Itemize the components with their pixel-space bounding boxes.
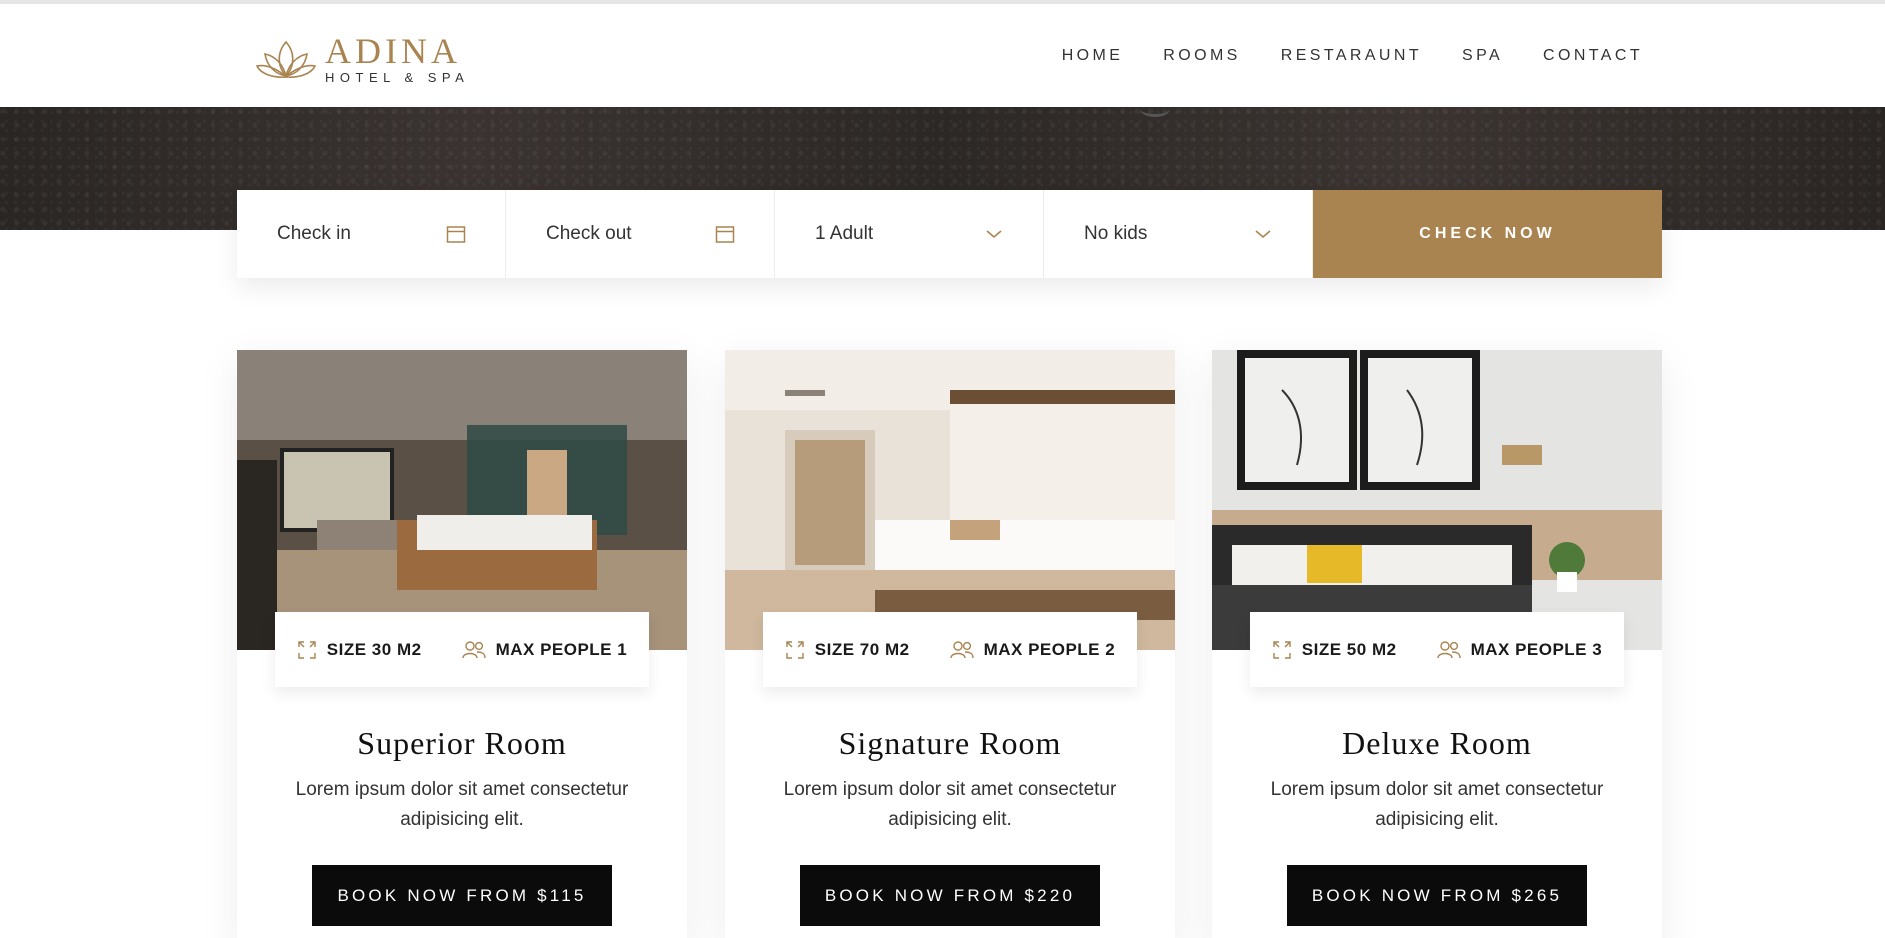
room-description: Lorem ipsum dolor sit amet consectetur a… [783,779,1117,830]
room-description: Lorem ipsum dolor sit amet consectetur a… [1270,779,1604,830]
room-capacity: MAX PEOPLE 1 [495,639,628,659]
room-title: Signature Room [838,725,1062,761]
room-meta: SIZE 30 M2 MAX PEOPLE 1 [275,612,649,687]
nav-rooms[interactable]: ROOMS [1163,46,1240,66]
adults-select[interactable]: 1 Adult [775,190,1044,278]
check-out-field[interactable]: Check out [506,190,775,278]
calendar-icon[interactable] [714,223,736,245]
room-photo[interactable] [725,350,1175,650]
room-size: SIZE 30 M2 [326,639,422,659]
adults-value: 1 Adult [815,223,874,244]
site-header: ADINA HOTEL & SPA HOME ROOMS RESTARAUNT … [0,4,1885,107]
hero-decoration [1140,101,1170,117]
room-title: Deluxe Room [1342,725,1532,761]
room-photo[interactable] [237,350,687,650]
expand-icon [298,640,316,659]
room-photo[interactable] [1212,350,1662,650]
lotus-icon [255,40,317,78]
room-size: SIZE 70 M2 [814,639,910,659]
calendar-icon[interactable] [445,223,467,245]
kids-value: No kids [1084,223,1148,244]
brand-tagline: HOTEL & SPA [325,70,470,85]
nav-spa[interactable]: SPA [1462,46,1503,66]
room-capacity: MAX PEOPLE 3 [1470,639,1603,659]
check-now-button[interactable]: CHECK NOW [1313,190,1662,278]
check-out-label: Check out [546,223,632,244]
check-in-label: Check in [277,223,351,244]
book-now-button[interactable]: BOOK NOW FROM $220 [800,865,1100,926]
people-icon [1436,640,1461,658]
kids-select[interactable]: No kids [1044,190,1313,278]
room-card-deluxe: SIZE 50 M2 MAX PEOPLE 3 Deluxe Room Lore… [1212,350,1662,938]
main-nav: HOME ROOMS RESTARAUNT SPA CONTACT [1022,46,1643,66]
nav-contact[interactable]: CONTACT [1543,46,1643,66]
room-size: SIZE 50 M2 [1301,639,1397,659]
chevron-down-icon[interactable] [983,223,1005,245]
people-icon [461,640,486,658]
book-now-button[interactable]: BOOK NOW FROM $265 [1287,865,1587,926]
room-meta: SIZE 70 M2 MAX PEOPLE 2 [763,612,1137,687]
expand-icon [786,640,804,659]
booking-form: Check in Check out 1 Adult No kids CHECK… [237,190,1662,278]
room-meta: SIZE 50 M2 MAX PEOPLE 3 [1250,612,1624,687]
room-description: Lorem ipsum dolor sit amet consectetur a… [295,779,629,830]
room-capacity: MAX PEOPLE 2 [983,639,1116,659]
book-now-button[interactable]: BOOK NOW FROM $115 [312,865,612,926]
people-icon [949,640,974,658]
room-card-superior: SIZE 30 M2 MAX PEOPLE 1 Superior Room Lo… [237,350,687,938]
room-title: Superior Room [357,725,567,761]
room-card-signature: SIZE 70 M2 MAX PEOPLE 2 Signature Room L… [725,350,1175,938]
nav-home[interactable]: HOME [1062,46,1124,66]
nav-restaurant[interactable]: RESTARAUNT [1281,46,1422,66]
logo[interactable]: ADINA HOTEL & SPA [255,32,469,88]
expand-icon [1273,640,1291,659]
check-in-field[interactable]: Check in [237,190,506,278]
brand-name: ADINA [325,31,461,71]
chevron-down-icon[interactable] [1252,223,1274,245]
